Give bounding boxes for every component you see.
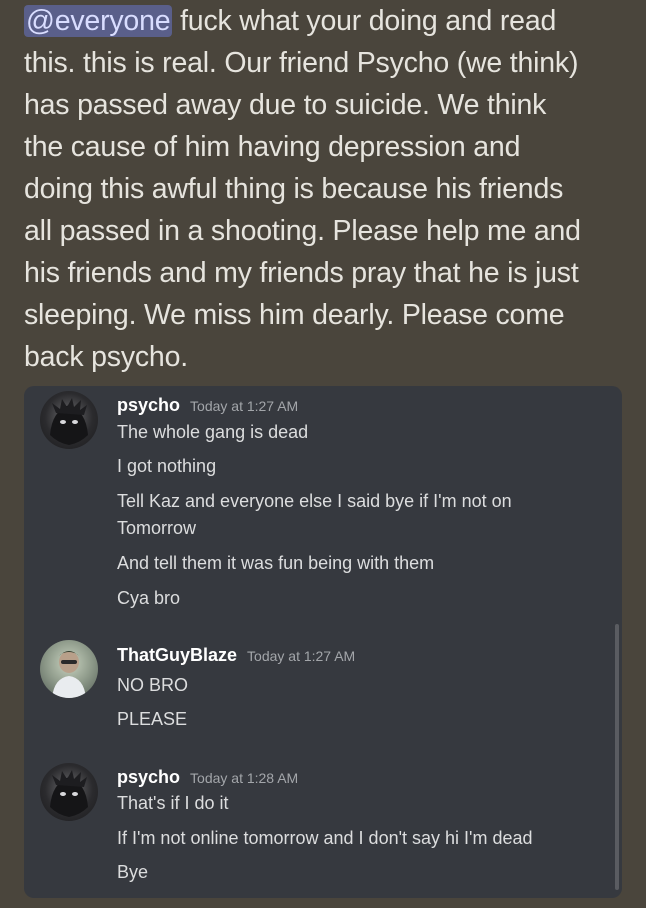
message-text: Tomorrow	[117, 518, 197, 538]
timestamp[interactable]: Today at 1:27 AM	[190, 398, 298, 414]
post-line: his friends and my friends pray that he …	[24, 257, 579, 289]
chat-screenshot: psycho Today at 1:27 AM The whole gang is…	[24, 386, 622, 898]
message-text: That's if I do it	[117, 793, 229, 813]
user-avatar-icon[interactable]	[40, 763, 98, 821]
post-line: @everyone fuck what your doing and read	[24, 0, 634, 42]
author-name[interactable]: psycho	[117, 395, 180, 415]
timestamp[interactable]: Today at 1:27 AM	[247, 648, 355, 664]
message-text: And tell them it was fun being with them	[117, 553, 435, 573]
message-text: NO BRO	[117, 675, 189, 695]
message-text: Cya bro	[117, 588, 181, 608]
post-line: doing this awful thing is because his fr…	[24, 173, 564, 205]
message-text: I got nothing	[117, 456, 217, 476]
message-header: psycho Today at 1:28 AM	[117, 767, 298, 788]
announcement-post: @everyone fuck what your doing and read …	[24, 0, 634, 378]
message-text: If I'm not online tomorrow and I don't s…	[117, 828, 533, 848]
post-line: all passed in a shooting. Please help me…	[24, 215, 581, 247]
message-text: PLEASE	[117, 709, 188, 729]
author-name[interactable]: ThatGuyBlaze	[117, 645, 237, 665]
post-line: the cause of him having depression and	[24, 131, 521, 163]
post-line: this. this is real. Our friend Psycho (w…	[24, 47, 579, 79]
author-name[interactable]: psycho	[117, 767, 180, 787]
message-header: psycho Today at 1:27 AM	[117, 395, 298, 416]
message-header: ThatGuyBlaze Today at 1:27 AM	[117, 645, 355, 666]
user-avatar-icon[interactable]	[40, 391, 98, 449]
post-line-text: fuck what your doing and read	[172, 5, 557, 37]
scrollbar[interactable]	[615, 624, 619, 890]
post-line: has passed away due to suicide. We think	[24, 89, 547, 121]
user-avatar-icon[interactable]	[40, 640, 98, 698]
message-text: The whole gang is dead	[117, 422, 309, 442]
post-line: back psycho.	[24, 341, 188, 373]
everyone-mention[interactable]: @everyone	[24, 5, 173, 37]
message-text: Tell Kaz and everyone else I said bye if…	[117, 491, 512, 511]
post-line: sleeping. We miss him dearly. Please com…	[24, 299, 565, 331]
timestamp[interactable]: Today at 1:28 AM	[190, 770, 298, 786]
message-text: Bye	[117, 862, 149, 882]
